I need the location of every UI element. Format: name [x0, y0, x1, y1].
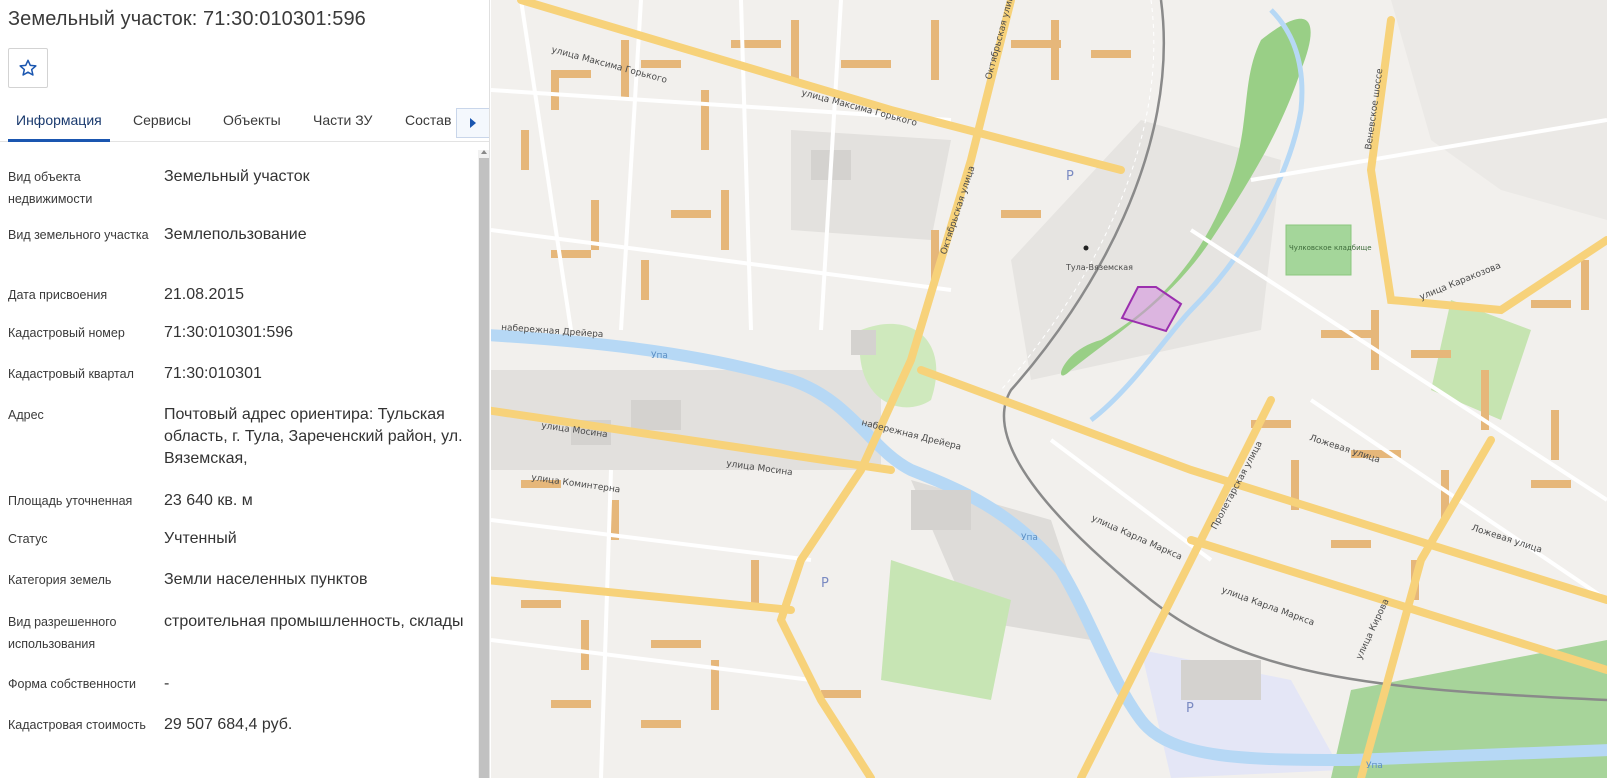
scroll-up-arrow-icon[interactable] [481, 150, 487, 154]
attr-label: Кадастровый номер [8, 326, 125, 340]
attr-value: 21.08.2015 [164, 286, 245, 303]
attr-label: Вид земельного участка [8, 228, 149, 242]
map-label-station: Тула-Вяземская [1065, 263, 1133, 272]
attr-value: строительная промышленность, склады [164, 613, 464, 630]
map-label-river: Упа [651, 351, 668, 361]
attr-value: Почтовый адрес ориентира: Тульская облас… [164, 406, 463, 467]
parking-icon: P [1066, 169, 1074, 184]
tab-parcel-parts[interactable]: Части ЗУ [313, 112, 372, 128]
attr-label: Дата присвоения [8, 288, 108, 302]
attr-label: Форма собственности [8, 677, 136, 691]
attr-label: Кадастровая стоимость [8, 718, 146, 732]
attr-label: Площадь уточненная [8, 494, 133, 508]
attr-value: 23 640 кв. м [164, 492, 253, 509]
tab-composition[interactable]: Состав [405, 112, 451, 128]
attr-label: Статус [8, 532, 48, 546]
attr-value: Земельный участок [164, 168, 310, 185]
star-outline-icon [19, 59, 37, 76]
tabs-scroll-right-button[interactable] [456, 108, 489, 138]
map-label-river: Упа [1021, 533, 1038, 543]
station-marker-icon[interactable] [1083, 245, 1089, 251]
page-title: Земельный участок: 71:30:010301:596 [8, 8, 366, 30]
attr-label: Кадастровый квартал [8, 367, 134, 381]
map-view[interactable]: P P P улица Максима Горького улица Макси… [491, 0, 1607, 778]
tab-info[interactable]: Информация [16, 112, 102, 128]
map-label-cemetery: Чулковское кладбище [1289, 244, 1372, 252]
attr-value: 71:30:010301 [164, 365, 262, 382]
map-canvas[interactable]: P P P улица Максима Горького улица Макси… [491, 0, 1607, 778]
attr-value: 71:30:010301:596 [164, 324, 294, 341]
attr-value: 29 507 684,4 руб. [164, 716, 293, 733]
tab-services[interactable]: Сервисы [133, 112, 191, 128]
active-tab-indicator [8, 139, 110, 142]
map-label-river: Упа [1366, 761, 1383, 771]
attr-label: Вид разрешенного использования [8, 615, 117, 651]
caret-right-icon [470, 118, 476, 128]
attr-value: Земли населенных пунктов [164, 571, 368, 588]
tab-objects[interactable]: Объекты [223, 112, 281, 128]
parking-icon: P [1186, 701, 1194, 716]
attr-value: - [164, 675, 170, 692]
attr-label: Категория земель [8, 573, 112, 587]
scrollbar-thumb[interactable] [479, 158, 489, 778]
attr-value: Учтенный [164, 530, 237, 547]
favorite-button[interactable] [8, 48, 48, 88]
attr-value: Землепользование [164, 226, 307, 243]
info-panel: Земельный участок: 71:30:010301:596 Инфо… [0, 0, 490, 778]
attr-label: Вид объекта недвижимости [8, 170, 93, 206]
parking-icon: P [821, 576, 829, 591]
tab-bar: Информация Сервисы Объекты Части ЗУ Сост… [0, 100, 489, 142]
attr-label: Адрес [8, 408, 44, 422]
